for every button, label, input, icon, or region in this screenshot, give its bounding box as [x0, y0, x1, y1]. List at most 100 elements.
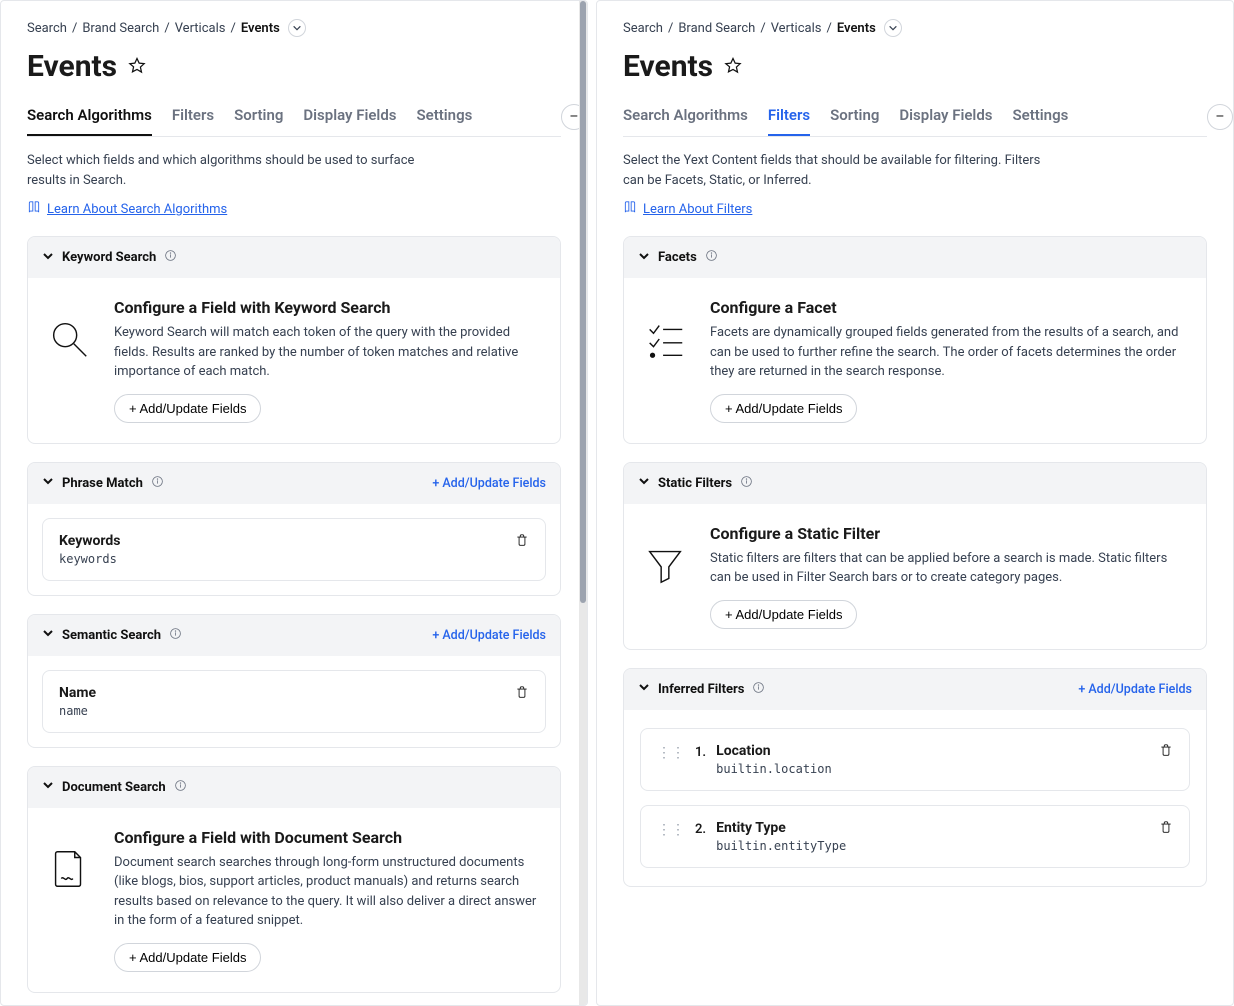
tab-filters[interactable]: Filters	[172, 98, 214, 136]
tab-settings[interactable]: Settings	[416, 98, 472, 136]
breadcrumb-item-active: Events	[241, 21, 280, 36]
tab-settings[interactable]: Settings	[1012, 98, 1068, 136]
breadcrumb-item[interactable]: Verticals	[771, 21, 822, 36]
tab-display-fields[interactable]: Display Fields	[899, 98, 992, 136]
order-number: 1.	[695, 743, 706, 760]
feature-description: Static filters are filters that can be a…	[710, 549, 1188, 588]
tab-search-algorithms[interactable]: Search Algorithms	[27, 98, 152, 136]
tab-sorting[interactable]: Sorting	[234, 98, 283, 136]
tab-description: Select the Yext Content fields that shou…	[623, 151, 1043, 190]
breadcrumb-dropdown[interactable]	[884, 19, 902, 37]
collapse-button[interactable]: –	[1207, 104, 1233, 130]
feature-title: Configure a Static Filter	[710, 524, 1188, 543]
info-icon[interactable]	[174, 779, 187, 796]
document-icon	[46, 828, 92, 892]
breadcrumb-item[interactable]: Brand Search	[82, 21, 159, 36]
feature-description: Facets are dynamically grouped fields ge…	[710, 323, 1188, 382]
add-update-fields-link[interactable]: + Add/Update Fields	[432, 476, 546, 491]
chevron-down-icon[interactable]	[638, 475, 650, 491]
tab-search-algorithms[interactable]: Search Algorithms	[623, 98, 748, 136]
book-icon	[27, 200, 41, 218]
add-update-fields-link[interactable]: + Add/Update Fields	[1078, 682, 1192, 697]
section-title: Facets	[658, 250, 697, 265]
feature-title: Configure a Facet	[710, 298, 1188, 317]
field-card: Keywords keywords	[42, 518, 546, 581]
section-title: Static Filters	[658, 476, 732, 491]
page-title: Events	[623, 49, 1207, 84]
section-title: Phrase Match	[62, 476, 143, 491]
trash-icon[interactable]	[1159, 743, 1173, 761]
info-icon[interactable]	[164, 249, 177, 266]
info-icon[interactable]	[740, 475, 753, 492]
star-icon[interactable]	[723, 49, 743, 84]
section-static-filters: Static Filters Configure a Static Filter…	[623, 462, 1207, 650]
section-phrase-match: Phrase Match + Add/Update Fields Keyword…	[27, 462, 561, 596]
add-update-fields-button[interactable]: + Add/Update Fields	[710, 394, 857, 423]
section-title: Semantic Search	[62, 628, 161, 643]
trash-icon[interactable]	[515, 533, 529, 551]
funnel-icon	[642, 524, 688, 588]
section-title: Document Search	[62, 780, 166, 795]
info-icon[interactable]	[151, 475, 164, 492]
pane-filters: Search/ Brand Search/ Verticals/ Events …	[596, 0, 1234, 1006]
chevron-down-icon[interactable]	[638, 681, 650, 697]
field-api-name: builtin.location	[716, 762, 1149, 776]
chevron-down-icon[interactable]	[638, 250, 650, 266]
scrollbar[interactable]	[579, 1, 587, 1005]
section-semantic-search: Semantic Search + Add/Update Fields Name…	[27, 614, 561, 748]
feature-description: Document search searches through long-fo…	[114, 853, 542, 931]
field-title: Keywords	[59, 533, 505, 549]
section-title: Keyword Search	[62, 250, 156, 265]
drag-handle-icon[interactable]: ⋮⋮	[657, 820, 685, 837]
checklist-icon	[642, 298, 688, 362]
tab-filters[interactable]: Filters	[768, 98, 810, 136]
trash-icon[interactable]	[1159, 820, 1173, 838]
add-update-fields-link[interactable]: + Add/Update Fields	[432, 628, 546, 643]
field-api-name: builtin.entityType	[716, 839, 1149, 853]
field-title: Location	[716, 743, 1149, 759]
add-update-fields-button[interactable]: + Add/Update Fields	[710, 600, 857, 629]
pane-search-algorithms: Search/ Brand Search/ Verticals/ Events …	[0, 0, 588, 1006]
info-icon[interactable]	[169, 627, 182, 644]
tab-sorting[interactable]: Sorting	[830, 98, 879, 136]
tab-display-fields[interactable]: Display Fields	[303, 98, 396, 136]
field-title: Entity Type	[716, 820, 1149, 836]
breadcrumb-item[interactable]: Brand Search	[678, 21, 755, 36]
field-api-name: name	[59, 704, 505, 718]
info-icon[interactable]	[705, 249, 718, 266]
order-number: 2.	[695, 820, 706, 837]
book-icon	[623, 200, 637, 218]
chevron-down-icon[interactable]	[42, 475, 54, 491]
breadcrumb-item[interactable]: Search	[27, 21, 67, 36]
feature-title: Configure a Field with Document Search	[114, 828, 542, 847]
breadcrumb-item[interactable]: Search	[623, 21, 663, 36]
breadcrumb-item[interactable]: Verticals	[175, 21, 226, 36]
section-title: Inferred Filters	[658, 682, 744, 697]
add-update-fields-button[interactable]: + Add/Update Fields	[114, 943, 261, 972]
breadcrumb-item-active: Events	[837, 21, 876, 36]
breadcrumb: Search/ Brand Search/ Verticals/ Events	[623, 1, 1207, 43]
field-card: Name name	[42, 670, 546, 733]
add-update-fields-button[interactable]: + Add/Update Fields	[114, 394, 261, 423]
info-icon[interactable]	[752, 681, 765, 698]
search-icon	[46, 298, 92, 362]
section-inferred-filters: Inferred Filters + Add/Update Fields ⋮⋮ …	[623, 668, 1207, 887]
star-icon[interactable]	[127, 49, 147, 84]
learn-link[interactable]: Learn About Search Algorithms	[47, 202, 227, 217]
section-document-search: Document Search Configure a Field with D…	[27, 766, 561, 993]
learn-link[interactable]: Learn About Filters	[643, 202, 752, 217]
breadcrumb-dropdown[interactable]	[288, 19, 306, 37]
section-facets: Facets Configure a Facet Facets are dyna…	[623, 236, 1207, 444]
chevron-down-icon[interactable]	[42, 779, 54, 795]
field-title: Name	[59, 685, 505, 701]
feature-title: Configure a Field with Keyword Search	[114, 298, 542, 317]
section-keyword-search: Keyword Search Configure a Field with Ke…	[27, 236, 561, 444]
tabs: Search Algorithms Filters Sorting Displa…	[27, 98, 561, 137]
chevron-down-icon[interactable]	[42, 250, 54, 266]
tabs: Search Algorithms Filters Sorting Displa…	[623, 98, 1207, 137]
drag-handle-icon[interactable]: ⋮⋮	[657, 743, 685, 760]
tab-description: Select which fields and which algorithms…	[27, 151, 447, 190]
field-api-name: keywords	[59, 552, 505, 566]
trash-icon[interactable]	[515, 685, 529, 703]
chevron-down-icon[interactable]	[42, 627, 54, 643]
